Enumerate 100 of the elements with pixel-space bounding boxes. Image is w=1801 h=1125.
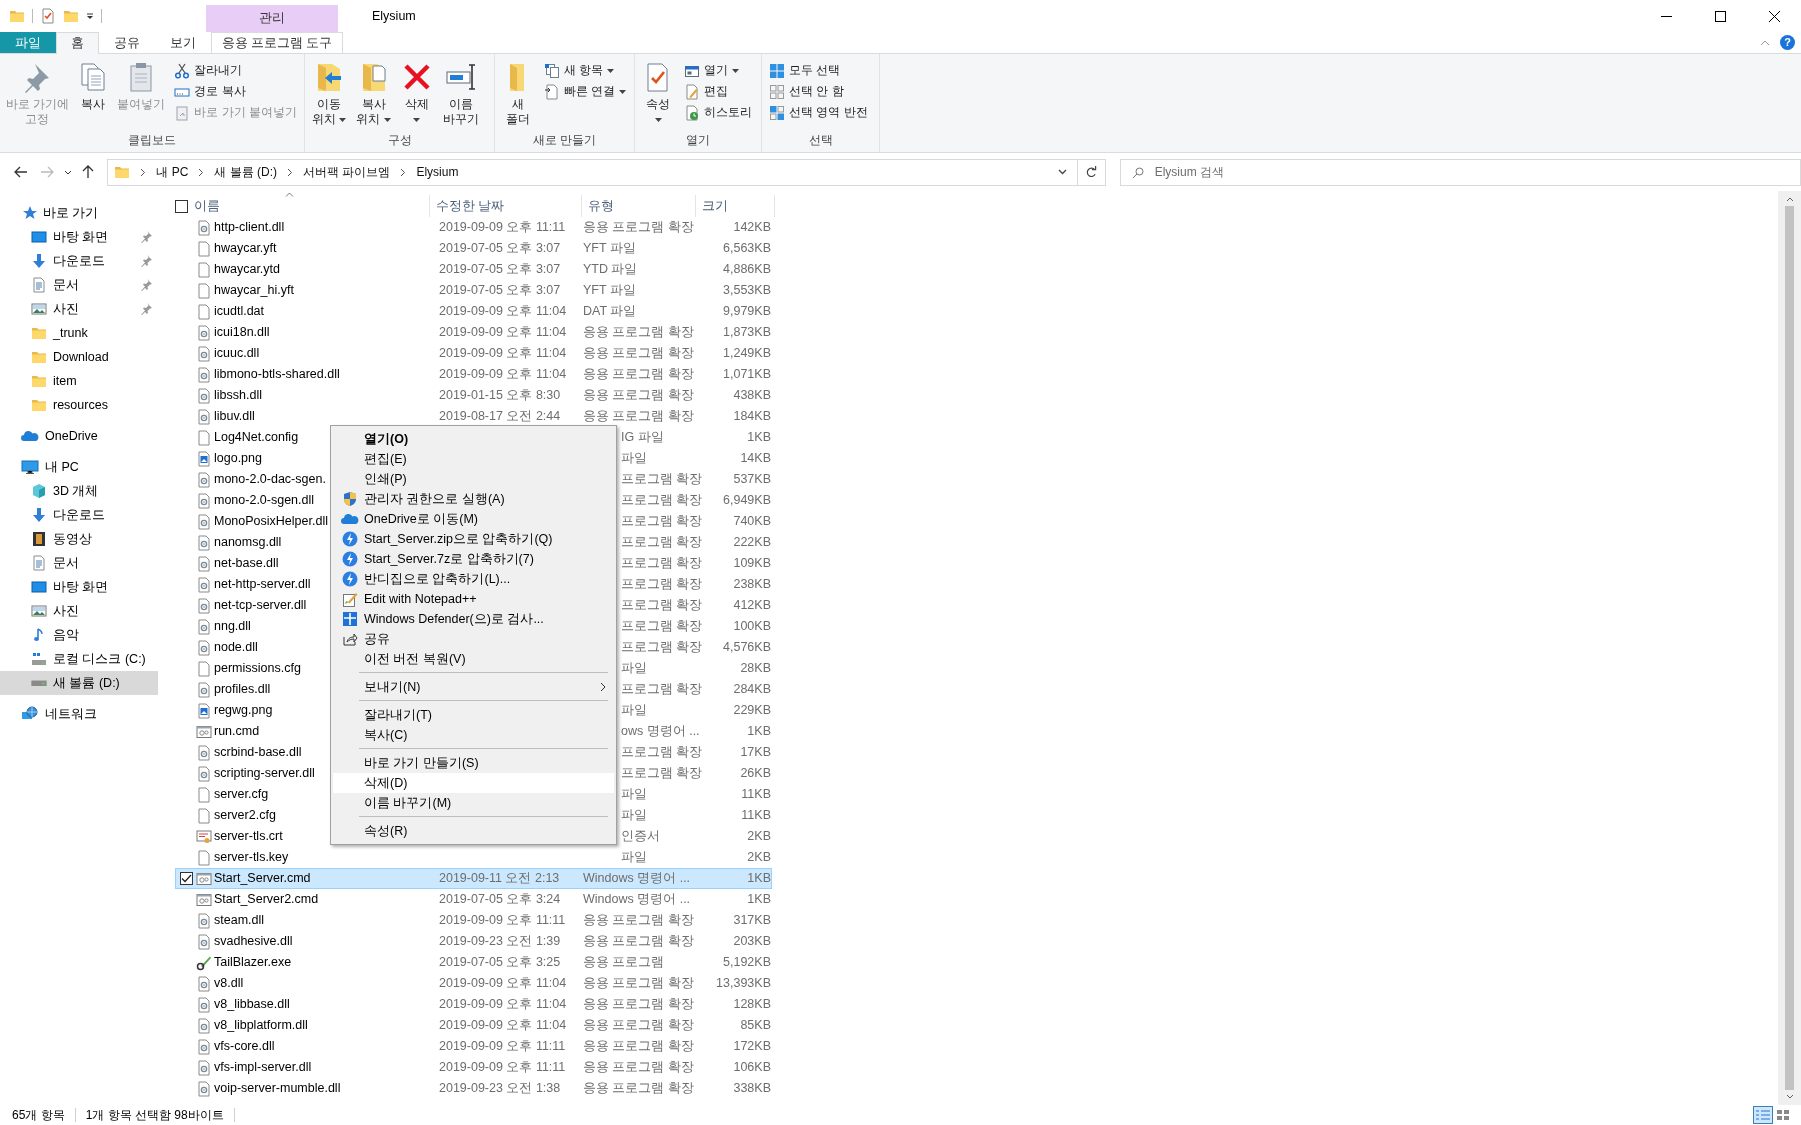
file-name: scripting-server.dll [214,766,315,780]
file-name: regwg.png [214,703,273,717]
file-type: 프로그램 확장 [621,682,703,696]
file-type: 프로그램 확장 [621,640,703,654]
file-type: Windows 명령어 ... [583,871,691,885]
file-type: 응용 프로그램 확장 [583,388,694,402]
file-type: DAT 파일 [583,304,637,318]
date-modified: 2019-01-15 오후 8:30 [439,388,561,402]
file-size: 1KB [747,892,771,906]
file-name: hwaycar_hi.yft [214,283,294,297]
date-modified: 2019-07-05 오후 3:24 [439,892,561,906]
file-type: 응용 프로그램 확장 [583,997,694,1011]
file-size: 100KB [733,619,771,633]
file-size: 1,873KB [723,325,771,339]
file-name: node.dll [214,640,258,654]
file-name: Log4Net.config [214,430,299,444]
date-modified: 2019-09-11 오전 2:13 [439,871,560,885]
file-type: 응용 프로그램 확장 [583,934,694,948]
file-size: 2KB [747,829,771,843]
file-name: mono-2.0-sgen.dll [214,493,315,507]
date-modified: 2019-09-09 오후 11:11 [439,1039,566,1053]
file-type: 파일 [621,787,647,801]
file-type: 응용 프로그램 [583,955,665,969]
file-size: 5,192KB [723,955,771,969]
file-type: ows 명령어 ... [621,724,700,738]
file-size: 1,249KB [723,346,771,360]
file-name: v8.dll [214,976,244,990]
file-name: http-client.dll [214,220,285,234]
file-name: vfs-impl-server.dll [214,1060,312,1074]
file-name: icudtl.dat [214,304,265,318]
file-type: 프로그램 확장 [621,514,703,528]
file-name: v8_libplatform.dll [214,1018,308,1032]
file-size: 537KB [733,472,771,486]
file-type: 응용 프로그램 확장 [583,1060,694,1074]
file-type: 프로그램 확장 [621,472,703,486]
file-size: 6,949KB [723,493,771,507]
file-size: 85KB [740,1018,771,1032]
window-title: Elysium [372,8,416,24]
file-name: logo.png [214,451,262,465]
date-modified: 2019-09-23 오전 1:39 [439,934,561,948]
file-size: 109KB [733,556,771,570]
file-size: 1KB [747,871,771,885]
file-type: 파일 [621,661,647,675]
file-size: 6,563KB [723,241,771,255]
file-size: 28KB [740,661,771,675]
file-size: 1,071KB [723,367,771,381]
file-size: 9,979KB [723,304,771,318]
file-type: 응용 프로그램 확장 [583,409,694,423]
file-name: icuuc.dll [214,346,260,360]
file-type: 응용 프로그램 확장 [583,1018,694,1032]
file-type: 응용 프로그램 확장 [583,976,694,990]
date-modified: 2019-09-09 오후 11:04 [439,976,567,990]
file-size: 1KB [747,430,771,444]
date-modified: 2019-07-05 오후 3:07 [439,283,561,297]
file-type: YFT 파일 [583,283,636,297]
file-type: 프로그램 확장 [621,766,703,780]
date-modified: 2019-07-05 오후 3:07 [439,241,561,255]
date-modified: 2019-09-09 오후 11:04 [439,1018,567,1032]
file-size: 338KB [733,1081,771,1095]
file-type: IG 파일 [621,430,664,444]
tab-group-label: 관리 [259,11,285,26]
file-type: 파일 [621,850,647,864]
file-size: 438KB [733,388,771,402]
file-type: 인증서 [621,829,660,843]
file-size: 1KB [747,724,771,738]
file-size: 128KB [733,997,771,1011]
date-modified: 2019-09-09 오후 11:11 [439,1060,566,1074]
file-size: 106KB [733,1060,771,1074]
file-size: 222KB [733,535,771,549]
file-name: net-http-server.dll [214,577,311,591]
item-count: 65개 항목 [12,1107,65,1123]
file-size: 284KB [733,682,771,696]
file-type: 프로그램 확장 [621,745,703,759]
file-name: net-base.dll [214,556,279,570]
file-size: 740KB [733,514,771,528]
group-label: 새로 만들기 [531,132,598,149]
file-name: run.cmd [214,724,260,738]
date-modified: 2019-08-17 오전 2:44 [439,409,561,423]
file-size: 203KB [733,934,771,948]
file-name: Start_Server2.cmd [214,892,319,906]
file-size: 412KB [733,598,771,612]
file-type: 프로그램 확장 [621,556,703,570]
file-type: 프로그램 확장 [621,493,703,507]
date-modified: 2019-09-09 오후 11:11 [439,913,566,927]
file-type: 응용 프로그램 확장 [583,913,694,927]
group-label: 구성 [386,132,413,149]
date-modified: 2019-09-09 오후 11:04 [439,997,567,1011]
file-name: libmono-btls-shared.dll [214,367,340,381]
file-name: steam.dll [214,913,265,927]
file-size: 13,393KB [716,976,771,990]
file-name: nanomsg.dll [214,535,282,549]
group-label: 열기 [685,132,711,149]
file-size: 238KB [733,577,771,591]
file-size: 11KB [741,808,771,822]
file-name: voip-server-mumble.dll [214,1081,341,1095]
file-name: server.cfg [214,787,269,801]
date-modified: 2019-09-09 오후 11:04 [439,367,567,381]
file-size: 14KB [740,451,771,465]
file-type: 프로그램 확장 [621,577,703,591]
file-name: Start_Server.cmd [214,871,311,885]
